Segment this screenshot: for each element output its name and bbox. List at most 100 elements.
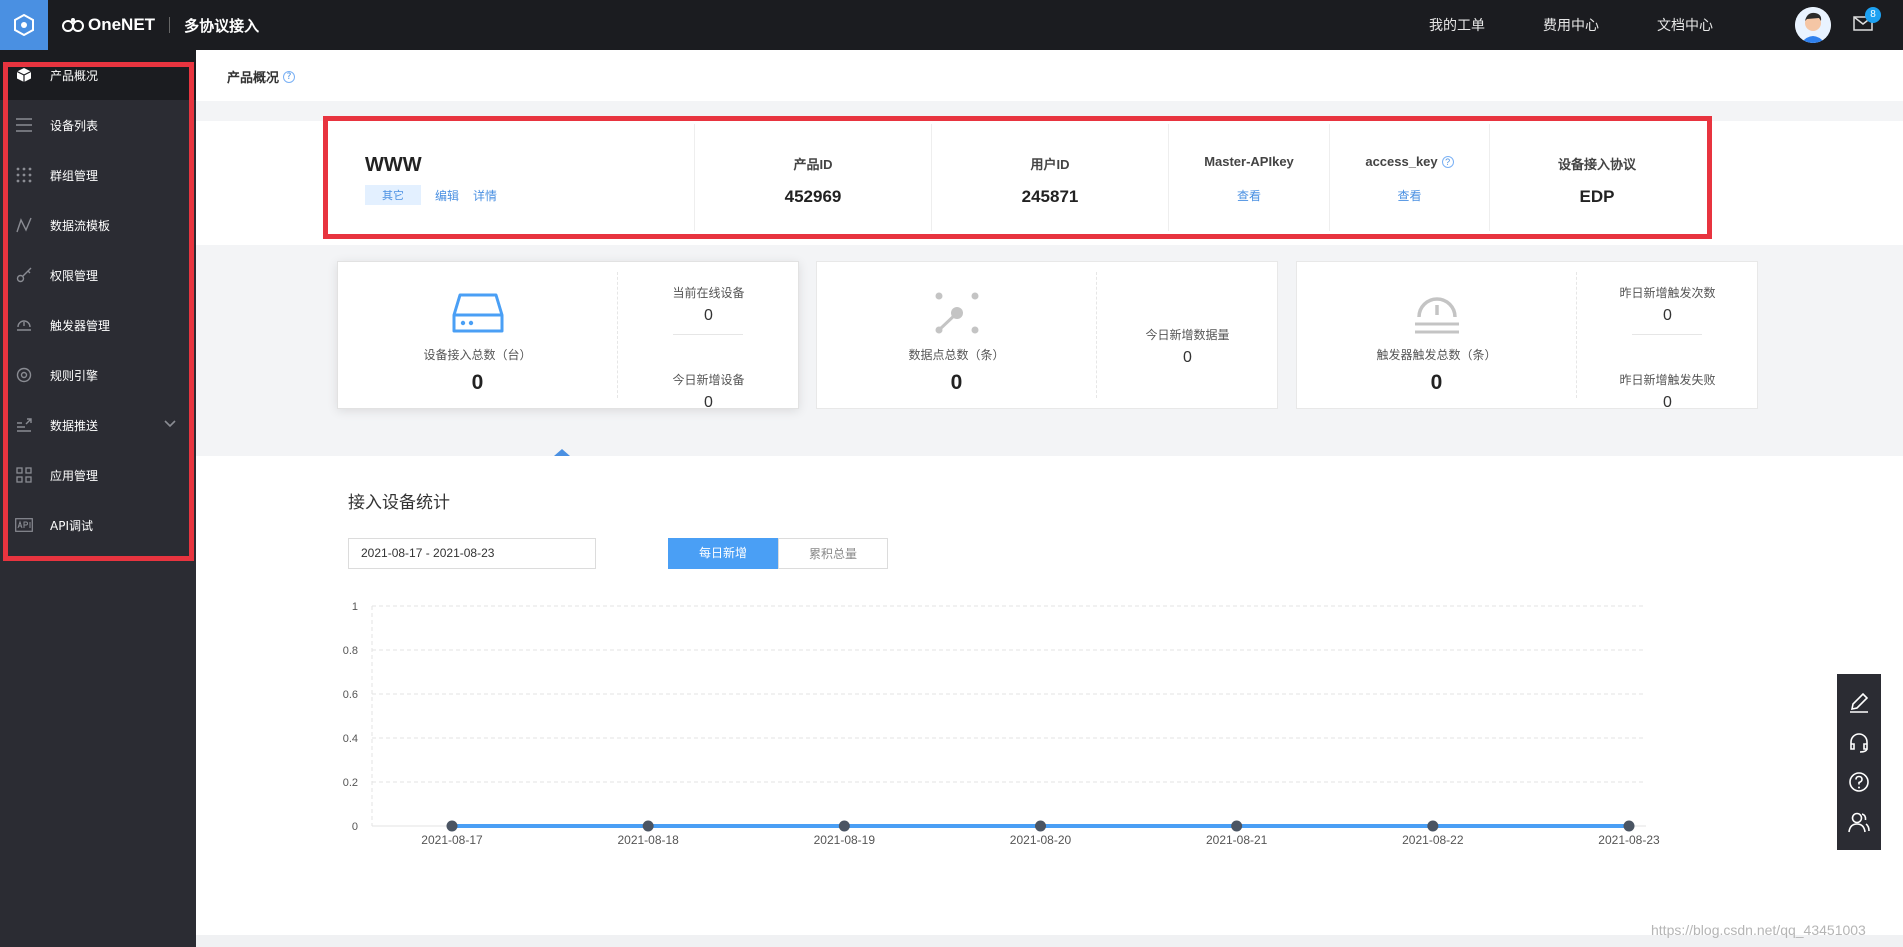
yesterday-triggers-caption: 昨日新增触发次数 — [1619, 286, 1716, 300]
question-icon — [1849, 772, 1869, 792]
mail-count-badge: 8 — [1865, 6, 1881, 23]
hexagon-logo-icon — [14, 14, 34, 36]
watermark: https://blog.csdn.net/qq_43451003 — [1651, 922, 1866, 938]
page-title: 产品概况 ? — [227, 67, 296, 86]
main-content: 产品概况 ? WWW 其它 编辑 详情 产品ID 452969 用户ID 245… — [196, 50, 1903, 947]
sidebar-item-datastream-template[interactable]: 数据流模板 — [0, 200, 196, 250]
user-id-value: 245871 — [1021, 187, 1079, 206]
new-data-today: 今日新增数据量 0 — [1097, 326, 1278, 367]
datapoint-total-value: 0 — [950, 371, 963, 394]
product-name: WWW — [365, 154, 422, 176]
detail-link[interactable]: 详情 — [473, 187, 497, 204]
feedback-button[interactable] — [1847, 690, 1871, 714]
sidebar-item-api-debug[interactable]: API调试 — [0, 500, 196, 550]
floating-toolbar — [1837, 674, 1881, 850]
cube-icon — [14, 65, 34, 85]
community-button[interactable] — [1847, 810, 1871, 834]
product-category-tag: 其它 — [365, 185, 421, 205]
date-range-picker[interactable]: 2021-08-17 - 2021-08-23 — [348, 538, 596, 569]
sidebar-item-trigger-management[interactable]: 触发器管理 — [0, 300, 196, 350]
sub-divider — [1632, 334, 1702, 335]
y-tick-label: 0 — [352, 821, 358, 833]
chevron-down-icon[interactable] — [164, 417, 176, 431]
datapoint-icon — [933, 290, 981, 336]
sidebar-item-app-management[interactable]: 应用管理 — [0, 450, 196, 500]
nav-billing[interactable]: 费用中心 — [1543, 15, 1599, 35]
sidebar-item-device-list[interactable]: 设备列表 — [0, 100, 196, 150]
page-title-text: 产品概况 — [227, 71, 280, 86]
data-point — [1035, 820, 1046, 832]
mail-button[interactable]: 8 — [1853, 6, 1881, 35]
stats-mode-toggle: 每日新增 累积总量 — [668, 538, 888, 569]
sidebar-item-label: 数据流模板 — [50, 218, 111, 233]
trigger-icon — [14, 315, 34, 335]
sidebar-item-label: 规则引擎 — [50, 368, 99, 383]
access-key-cell: access_key ? 查看 — [1330, 124, 1490, 231]
avatar-icon — [1795, 7, 1831, 43]
pen-icon — [1850, 692, 1869, 713]
daily-new-button[interactable]: 每日新增 — [668, 538, 778, 569]
sub-divider — [673, 334, 743, 335]
new-devices-value: 0 — [704, 394, 713, 411]
y-tick-label: 0.4 — [343, 733, 358, 745]
access-key-help-icon[interactable]: ? — [1441, 155, 1454, 168]
sidebar-item-data-push[interactable]: 数据推送 — [0, 400, 196, 450]
apps-icon — [14, 465, 34, 485]
help-icon[interactable]: ? — [283, 70, 296, 83]
trigger-stats-card[interactable]: 触发器触发总数（条） 0 昨日新增触发次数 0 昨日新增触发失败 0 — [1296, 261, 1758, 411]
api-icon — [14, 515, 34, 535]
new-data-value: 0 — [1183, 349, 1192, 366]
x-tick-label: 2021-08-21 — [1206, 833, 1268, 847]
master-apikey-view-link[interactable]: 查看 — [1237, 187, 1261, 204]
top-bar: OneNET 多协议接入 我的工单 费用中心 文档中心 8 — [0, 0, 1903, 50]
list-icon — [14, 115, 34, 135]
sidebar-item-group-management[interactable]: 群组管理 — [0, 150, 196, 200]
online-devices-value: 0 — [704, 307, 713, 324]
sidebar-item-label: API调试 — [50, 518, 93, 533]
device-total-caption: 设备接入总数（台） — [423, 348, 532, 362]
new-data-caption: 今日新增数据量 — [1145, 328, 1230, 342]
help-button[interactable] — [1847, 770, 1871, 794]
device-total-value: 0 — [471, 371, 484, 394]
product-id-value: 452969 — [784, 187, 842, 206]
grid-dots-icon — [14, 165, 34, 185]
trigger-total-caption: 触发器触发总数（条） — [1376, 348, 1497, 362]
sidebar-item-label: 触发器管理 — [50, 318, 111, 333]
brand[interactable]: OneNET 多协议接入 — [62, 15, 259, 36]
yesterday-triggers-value: 0 — [1663, 307, 1672, 324]
brand-name: OneNET — [88, 15, 156, 34]
sidebar-item-label: 产品概况 — [50, 68, 99, 83]
device-stats-card[interactable]: 设备接入总数（台） 0 当前在线设备 0 今日新增设备 0 — [337, 261, 799, 411]
sidebar-item-rule-engine[interactable]: 规则引擎 — [0, 350, 196, 400]
online-devices: 当前在线设备 0 — [618, 284, 799, 325]
sidebar-item-permission-management[interactable]: 权限管理 — [0, 250, 196, 300]
product-name-block: WWW 其它 编辑 详情 — [331, 124, 695, 231]
datapoint-total-caption: 数据点总数（条） — [908, 348, 1005, 362]
user-avatar[interactable] — [1795, 7, 1831, 43]
home-logo-button[interactable] — [0, 0, 48, 50]
protocol-label: 设备接入协议 — [1557, 157, 1636, 172]
trigger-total-value: 0 — [1430, 371, 1443, 394]
edit-link[interactable]: 编辑 — [435, 187, 459, 204]
cumulative-total-button[interactable]: 累积总量 — [778, 538, 888, 569]
access-key-view-link[interactable]: 查看 — [1397, 187, 1421, 204]
nav-docs[interactable]: 文档中心 — [1657, 15, 1713, 35]
y-tick-label: 0.8 — [343, 645, 358, 657]
online-devices-caption: 当前在线设备 — [672, 286, 745, 300]
x-tick-label: 2021-08-22 — [1402, 833, 1464, 847]
nav-my-tickets[interactable]: 我的工单 — [1429, 15, 1485, 35]
brand-divider — [169, 17, 171, 33]
protocol-cell: 设备接入协议 EDP — [1490, 124, 1704, 231]
device-statistics-panel: 接入设备统计 2021-08-17 - 2021-08-23 每日新增 累积总量… — [196, 456, 1903, 947]
data-point — [1231, 820, 1243, 832]
yesterday-failures-value: 0 — [1663, 394, 1672, 411]
x-tick-label: 2021-08-23 — [1598, 833, 1660, 847]
datapoint-stats-card[interactable]: 数据点总数（条） 0 今日新增数据量 0 — [816, 261, 1278, 409]
bottom-strip — [196, 935, 1903, 947]
push-icon — [14, 415, 34, 435]
top-nav: 我的工单 费用中心 文档中心 8 — [1429, 0, 1903, 50]
support-button[interactable] — [1847, 730, 1871, 754]
sidebar-item-product-overview[interactable]: 产品概况 — [0, 50, 196, 100]
sidebar-item-label: 应用管理 — [50, 468, 99, 483]
data-point — [838, 820, 850, 832]
